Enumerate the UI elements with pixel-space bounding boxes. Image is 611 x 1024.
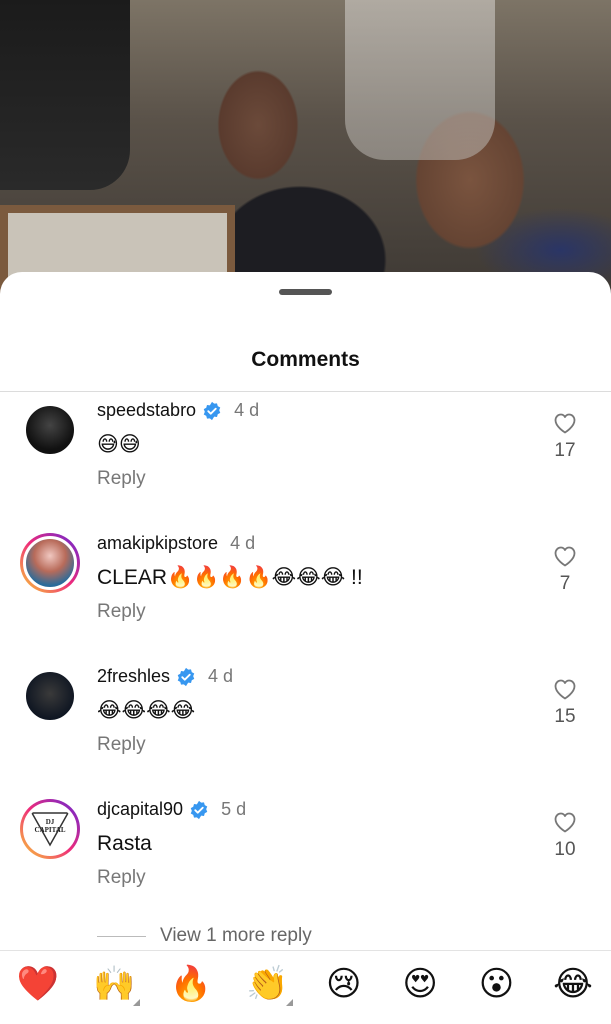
like-button[interactable]: 15 xyxy=(552,678,578,728)
comment-item: speedstabro 4 d 😅😅 Reply 17 xyxy=(0,396,611,529)
avatar[interactable] xyxy=(20,400,80,460)
heart-outline-icon xyxy=(554,413,576,434)
comments-list: speedstabro 4 d 😅😅 Reply 17 amakipkipsto… xyxy=(0,396,611,928)
comment-username[interactable]: amakipkipstore xyxy=(97,533,218,554)
reaction-fire[interactable]: 🔥 xyxy=(169,962,213,1006)
avatar-image xyxy=(23,669,77,723)
like-button[interactable]: 10 xyxy=(552,811,578,861)
heart-outline-icon xyxy=(554,812,576,833)
reaction-heart-eyes[interactable]: 😍 xyxy=(398,962,442,1006)
comment-item: 2freshles 4 d 😂😂😂😂 Reply 15 xyxy=(0,662,611,795)
heart-outline-icon xyxy=(554,546,576,567)
reaction-clapping-hands[interactable]: 👏 xyxy=(245,962,294,1006)
photo-person-left xyxy=(0,0,130,190)
avatar[interactable]: DJ CAPITAL xyxy=(20,799,80,859)
comment-text: 😅😅 xyxy=(97,433,141,456)
reply-button[interactable]: Reply xyxy=(97,468,531,490)
verified-badge-icon xyxy=(189,800,209,820)
like-count: 15 xyxy=(554,706,576,727)
header-divider xyxy=(0,391,611,392)
reply-button[interactable]: Reply xyxy=(97,867,531,889)
avatar[interactable] xyxy=(20,533,80,593)
comment-username[interactable]: djcapital90 xyxy=(97,799,183,820)
view-more-replies-button[interactable]: View 1 more reply xyxy=(97,925,312,947)
reaction-emoji: 😮 xyxy=(478,964,515,1004)
comment-username[interactable]: 2freshles xyxy=(97,666,170,687)
skin-tone-picker-icon[interactable] xyxy=(133,999,141,1006)
reaction-tears-of-joy[interactable]: 😂 xyxy=(551,962,595,1006)
reaction-emoji: 😂 xyxy=(553,964,593,1004)
like-button[interactable]: 17 xyxy=(552,412,578,462)
verified-badge-icon xyxy=(202,401,222,421)
reply-button[interactable]: Reply xyxy=(97,734,531,756)
reaction-emoji: 🔥 xyxy=(169,964,213,1004)
reaction-open-mouth-face[interactable]: 😮 xyxy=(475,962,519,1006)
quick-reactions-bar: ❤️ 🙌 🔥 👏 😢 😍 😮 😂 xyxy=(0,962,611,1012)
sheet-drag-handle[interactable] xyxy=(279,289,332,295)
reply-button[interactable]: Reply xyxy=(97,601,531,623)
like-count: 10 xyxy=(554,839,576,860)
svg-text:CAPITAL: CAPITAL xyxy=(35,826,66,834)
comment-username[interactable]: speedstabro xyxy=(97,400,196,421)
avatar-logo: DJ CAPITAL xyxy=(23,802,77,856)
reaction-emoji: 😢 xyxy=(325,964,362,1004)
thread-line xyxy=(97,935,146,937)
reaction-raising-hands[interactable]: 🙌 xyxy=(92,962,141,1006)
sheet-title: Comments xyxy=(251,348,360,371)
reaction-emoji: 👏 xyxy=(246,964,289,1004)
reaction-emoji: ❤️ xyxy=(16,964,60,1004)
post-photo-background xyxy=(0,0,611,300)
comment-timestamp: 4 d xyxy=(234,400,260,420)
svg-text:DJ: DJ xyxy=(46,818,55,826)
avatar[interactable] xyxy=(20,666,80,726)
like-count: 17 xyxy=(554,440,576,461)
comment-text: Rasta xyxy=(97,832,152,855)
like-button[interactable]: 7 xyxy=(552,545,578,595)
comments-sheet: Comments speedstabro 4 d 😅😅 Reply 17 ama… xyxy=(0,272,611,1024)
reaction-crying-face[interactable]: 😢 xyxy=(322,962,366,1006)
view-more-replies-label: View 1 more reply xyxy=(160,925,312,946)
comment-text: CLEAR🔥🔥🔥🔥😂😂😂 !! xyxy=(97,566,363,589)
verified-badge-icon xyxy=(176,667,196,687)
comment-timestamp: 5 d xyxy=(221,799,247,819)
heart-outline-icon xyxy=(554,679,576,700)
comment-item: amakipkipstore 4 d CLEAR🔥🔥🔥🔥😂😂😂 !! Reply… xyxy=(0,529,611,662)
like-count: 7 xyxy=(559,573,571,594)
comment-item: DJ CAPITAL djcapital90 5 d Rasta Reply 1… xyxy=(0,795,611,928)
comment-timestamp: 4 d xyxy=(208,666,234,686)
reaction-red-heart[interactable]: ❤️ xyxy=(16,962,60,1006)
comment-timestamp: 4 d xyxy=(230,533,256,553)
reaction-emoji: 🙌 xyxy=(93,964,136,1004)
comment-text: 😂😂😂😂 xyxy=(97,699,196,722)
photo-person-back xyxy=(345,0,495,160)
avatar-image xyxy=(23,536,77,590)
skin-tone-picker-icon[interactable] xyxy=(286,999,294,1006)
reaction-emoji: 😍 xyxy=(402,964,438,1004)
avatar-image xyxy=(23,403,77,457)
dj-capital-logo-icon: DJ CAPITAL xyxy=(30,812,70,847)
reactions-divider xyxy=(0,950,611,951)
